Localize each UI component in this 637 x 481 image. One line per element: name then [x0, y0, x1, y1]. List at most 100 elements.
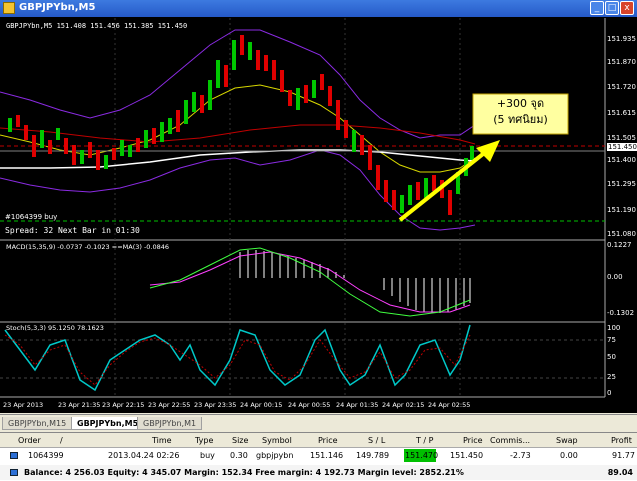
- time-tick: 23 Apr 21:35: [58, 401, 101, 409]
- time-axis: 23 Apr 2013 23 Apr 21:35 23 Apr 22:15 23…: [0, 401, 605, 413]
- candle: [352, 130, 356, 152]
- col-type[interactable]: Type: [195, 436, 213, 445]
- candle: [304, 85, 308, 103]
- chart-area[interactable]: GBPJPYbn,M5 151.408 151.456 151.385 151.…: [0, 17, 637, 413]
- ema-red: [0, 124, 476, 145]
- bollinger-upper: [0, 29, 476, 139]
- candle: [256, 50, 260, 70]
- col-current-price[interactable]: Price: [463, 436, 483, 445]
- candle: [136, 138, 140, 152]
- cell-sl: 149.789: [356, 451, 390, 460]
- time-tick: 23 Apr 2013: [3, 401, 44, 409]
- candle: [128, 145, 132, 157]
- candle: [176, 110, 180, 132]
- terminal-panel: Order / Time Type Size Symbol Price S / …: [0, 432, 637, 481]
- close-button[interactable]: x: [620, 1, 634, 15]
- candle: [72, 145, 76, 165]
- candle: [470, 146, 474, 160]
- candle: [120, 140, 124, 156]
- cell-time: 2013.04.24 02:26: [108, 451, 180, 460]
- candle: [48, 140, 52, 154]
- candle: [184, 100, 188, 124]
- candle: [240, 35, 244, 55]
- candle: [312, 80, 316, 98]
- candle: [296, 88, 300, 110]
- annotation-line2: (5 ทศนิยม): [493, 113, 548, 126]
- time-tick: 24 Apr 02:15: [382, 401, 425, 409]
- annotation-line1: +300 จุด: [496, 97, 545, 110]
- candle: [408, 185, 412, 205]
- time-tick: 24 Apr 02:55: [428, 401, 471, 409]
- time-tick: 23 Apr 22:55: [148, 401, 191, 409]
- candle: [336, 100, 340, 130]
- candle: [152, 128, 156, 144]
- macd-label: MACD(15,35,9) -0.0737 -0.1023 ==MA(3) -0…: [6, 243, 170, 251]
- price-axis: 151.935 151.870 151.720 151.615 151.505 …: [607, 17, 637, 247]
- trade-table-header: Order / Time Type Size Symbol Price S / …: [0, 433, 637, 448]
- chart-svg: [0, 18, 606, 398]
- chart-window-icon: [3, 2, 15, 14]
- maximize-button[interactable]: □: [605, 1, 619, 15]
- current-price-tag: 151.450: [607, 143, 637, 151]
- col-sl[interactable]: S / L: [368, 436, 385, 445]
- annotation-text: +300 จุด (5 ทศนิยม): [473, 96, 568, 128]
- col-swap[interactable]: Swap: [556, 436, 578, 445]
- candle: [224, 65, 228, 87]
- candle: [8, 118, 12, 132]
- table-row[interactable]: 1064399 2013.04.24 02:26 buy 0.30 gbpjpy…: [0, 449, 637, 463]
- annotation-arrow-line: [398, 148, 490, 222]
- spread-label: Spread: 32 Next Bar in 01:30: [5, 226, 140, 235]
- cell-tp: 151.470: [405, 451, 439, 460]
- macd-tick: 0.1227: [607, 241, 632, 249]
- candle: [432, 175, 436, 191]
- macd-tick: 0.00: [607, 273, 623, 281]
- stoch-tick: 100: [607, 324, 621, 332]
- window-titlebar: GBPJPYbn,M5 _ □ x: [0, 0, 637, 17]
- candle: [344, 120, 348, 138]
- minimize-button[interactable]: _: [590, 1, 604, 15]
- cell-commission: -2.73: [510, 451, 531, 460]
- col-size[interactable]: Size: [232, 436, 248, 445]
- candle: [208, 80, 212, 110]
- time-tick: 24 Apr 00:55: [288, 401, 331, 409]
- cell-current-price: 151.450: [450, 451, 484, 460]
- candle: [104, 155, 108, 169]
- col-sort[interactable]: /: [60, 436, 63, 445]
- col-price[interactable]: Price: [318, 436, 338, 445]
- candle: [96, 150, 100, 170]
- stoch-tick: 50: [607, 353, 616, 361]
- macd-signal-line: [149, 251, 471, 313]
- cell-profit: 91.77: [612, 451, 635, 460]
- candle: [448, 190, 452, 215]
- candle: [264, 55, 268, 71]
- balance-summary: Balance: 4 256.03 Equity: 4 345.07 Margi…: [24, 468, 464, 477]
- col-order[interactable]: Order: [18, 436, 41, 445]
- candle: [168, 118, 172, 134]
- candle: [16, 115, 20, 127]
- order-label: #1064399 buy: [5, 213, 58, 221]
- candle: [80, 150, 84, 164]
- col-time[interactable]: Time: [152, 436, 172, 445]
- candle: [192, 92, 196, 112]
- total-profit: 89.04: [607, 468, 633, 477]
- balance-row: Balance: 4 256.03 Equity: 4 345.07 Margi…: [0, 465, 637, 480]
- tab-gbpjpy-m1[interactable]: GBPJPYbn,M1: [137, 417, 203, 430]
- col-profit[interactable]: Profit: [611, 436, 632, 445]
- candlesticks: [8, 35, 474, 215]
- candle: [368, 145, 372, 170]
- candle: [160, 122, 164, 142]
- col-symbol[interactable]: Symbol: [262, 436, 292, 445]
- candle: [112, 148, 116, 160]
- stoch-tick: 75: [607, 336, 616, 344]
- price-tick: 151.505: [607, 134, 636, 142]
- col-commission[interactable]: Commis...: [490, 436, 530, 445]
- time-tick: 24 Apr 00:15: [240, 401, 283, 409]
- time-tick: 23 Apr 22:15: [102, 401, 145, 409]
- col-tp[interactable]: T / P: [416, 436, 434, 445]
- chart-info-label: GBPJPYbn,M5 151.408 151.456 151.385 151.…: [6, 22, 188, 30]
- chart-tabs: GBPJPYbn,M15 GBPJPYbn,M5 GBPJPYbn,M1: [0, 414, 637, 432]
- candle: [376, 165, 380, 190]
- price-tick: 151.400: [607, 156, 636, 164]
- tab-gbpjpy-m15[interactable]: GBPJPYbn,M15: [2, 417, 73, 430]
- tab-gbpjpy-m5[interactable]: GBPJPYbn,M5: [71, 417, 145, 430]
